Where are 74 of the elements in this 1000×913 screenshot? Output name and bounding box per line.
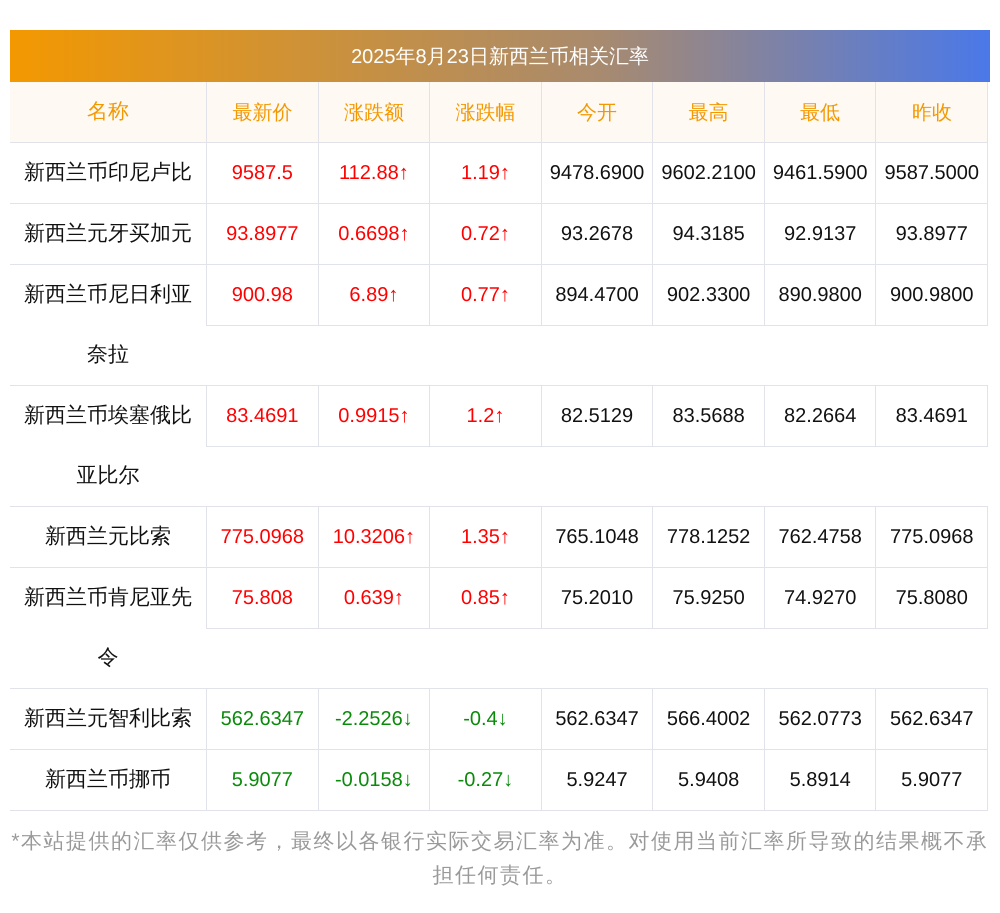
previous-close: 83.4691 bbox=[876, 386, 988, 446]
low-price: 762.4758 bbox=[764, 507, 876, 567]
high-price: 94.3185 bbox=[653, 204, 765, 264]
change-percent: 0.72↑ bbox=[430, 204, 542, 264]
change-amount: 112.88↑ bbox=[318, 143, 430, 203]
column-header: 昨收 bbox=[876, 82, 988, 142]
change-percent: 1.35↑ bbox=[430, 507, 542, 567]
open-price: 9478.6900 bbox=[542, 143, 654, 203]
column-header: 今开 bbox=[542, 82, 654, 142]
disclaimer-note: *本站提供的汇率仅供参考，最终以各银行实际交易汇率为准。对使用当前汇率所导致的结果概不承担任何责任。 bbox=[10, 829, 990, 889]
column-header: 涨跌幅 bbox=[430, 82, 542, 142]
high-price: 9602.2100 bbox=[653, 143, 765, 203]
change-percent: 0.77↑ bbox=[430, 265, 542, 325]
currency-pair-name: 新西兰币埃塞俄比亚比尔 bbox=[23, 403, 193, 489]
column-header: 最低 bbox=[764, 82, 876, 142]
table-title: 2025年8月23日新西兰币相关汇率 bbox=[351, 44, 649, 70]
currency-pair-name: 新西兰元牙买加元 bbox=[23, 221, 193, 247]
open-price: 894.4700 bbox=[542, 265, 654, 325]
currency-pair-name: 新西兰币尼日利亚奈拉 bbox=[23, 282, 193, 368]
high-price: 902.3300 bbox=[653, 265, 765, 325]
previous-close: 93.8977 bbox=[876, 204, 988, 264]
previous-close: 75.8080 bbox=[876, 568, 988, 628]
previous-close: 5.9077 bbox=[876, 750, 988, 810]
latest-price: 83.4691 bbox=[207, 386, 319, 446]
column-header: 最高 bbox=[653, 82, 765, 142]
change-amount: -2.2526↓ bbox=[318, 689, 430, 749]
high-price: 75.9250 bbox=[653, 568, 765, 628]
open-price: 5.9247 bbox=[542, 750, 654, 810]
column-header: 最新价 bbox=[207, 82, 319, 142]
low-price: 82.2664 bbox=[764, 386, 876, 446]
latest-price: 900.98 bbox=[207, 265, 319, 325]
change-amount: 0.639↑ bbox=[318, 568, 430, 628]
previous-close: 900.9800 bbox=[876, 265, 988, 325]
change-percent: 1.19↑ bbox=[430, 143, 542, 203]
latest-price: 562.6347 bbox=[207, 689, 319, 749]
latest-price: 5.9077 bbox=[207, 750, 319, 810]
currency-pair-name: 新西兰币印尼卢比 bbox=[23, 160, 193, 186]
previous-close: 775.0968 bbox=[876, 507, 988, 567]
column-header: 涨跌额 bbox=[318, 82, 430, 142]
low-price: 562.0773 bbox=[764, 689, 876, 749]
open-price: 93.2678 bbox=[542, 204, 654, 264]
change-amount: 6.89↑ bbox=[318, 265, 430, 325]
high-price: 5.9408 bbox=[653, 750, 765, 810]
latest-price: 93.8977 bbox=[207, 204, 319, 264]
currency-pair-name: 新西兰币肯尼亚先令 bbox=[23, 585, 193, 671]
low-price: 9461.5900 bbox=[764, 143, 876, 203]
change-amount: 0.9915↑ bbox=[318, 386, 430, 446]
change-percent: -0.4↓ bbox=[430, 689, 542, 749]
open-price: 562.6347 bbox=[542, 689, 654, 749]
change-percent: 0.85↑ bbox=[430, 568, 542, 628]
previous-close: 562.6347 bbox=[876, 689, 988, 749]
latest-price: 9587.5 bbox=[207, 143, 319, 203]
latest-price: 775.0968 bbox=[207, 507, 319, 567]
open-price: 75.2010 bbox=[542, 568, 654, 628]
currency-pair-name: 新西兰元比索 bbox=[44, 524, 172, 550]
high-price: 778.1252 bbox=[653, 507, 765, 567]
currency-pair-name: 新西兰币挪币 bbox=[44, 767, 172, 793]
previous-close: 9587.5000 bbox=[876, 143, 988, 203]
low-price: 890.9800 bbox=[764, 265, 876, 325]
low-price: 74.9270 bbox=[764, 568, 876, 628]
open-price: 765.1048 bbox=[542, 507, 654, 567]
currency-pair-name: 新西兰元智利比索 bbox=[23, 706, 193, 732]
high-price: 83.5688 bbox=[653, 386, 765, 446]
latest-price: 75.808 bbox=[207, 568, 319, 628]
change-amount: 0.6698↑ bbox=[318, 204, 430, 264]
change-percent: -0.27↓ bbox=[430, 750, 542, 810]
high-price: 566.4002 bbox=[653, 689, 765, 749]
change-amount: -0.0158↓ bbox=[318, 750, 430, 810]
low-price: 92.9137 bbox=[764, 204, 876, 264]
change-amount: 10.3206↑ bbox=[318, 507, 430, 567]
column-header: 名称 bbox=[86, 99, 130, 125]
open-price: 82.5129 bbox=[542, 386, 654, 446]
change-percent: 1.2↑ bbox=[430, 386, 542, 446]
low-price: 5.8914 bbox=[764, 750, 876, 810]
